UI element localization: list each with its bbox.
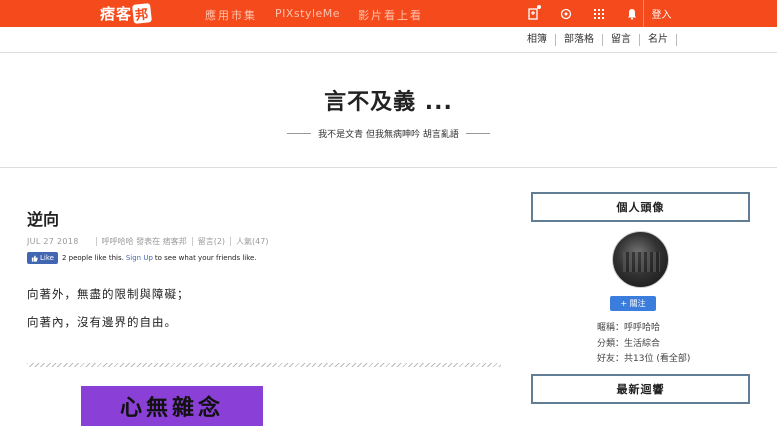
meta-separator <box>95 237 97 246</box>
blog-title[interactable]: 言不及義 ... <box>0 84 777 116</box>
post-date: JUL 27 2018 <box>27 237 79 246</box>
nav-app-market[interactable]: 應用市集 <box>205 7 257 23</box>
nav-pixstyleme[interactable]: PIXstyleMe <box>275 7 340 23</box>
avatar[interactable] <box>612 231 669 288</box>
top-icons <box>516 0 648 27</box>
facebook-like-count: 2 people like this. <box>61 254 124 262</box>
thumbs-up-icon <box>31 254 38 262</box>
subnav-album[interactable]: 相簿 <box>527 34 556 46</box>
blog-subtitle-row: 我不是文青 但我無病呻吟 胡言亂語 <box>287 127 490 140</box>
post-image: 心無雜念 <box>81 386 263 426</box>
post-meta: JUL 27 2018 呼呼哈哈 發表在 痞客邦 留言(2) 人氣(47) <box>27 236 268 247</box>
post-paragraph: 向著外，無盡的限制與障礙； <box>27 287 190 301</box>
post-divider <box>27 363 501 367</box>
post-title[interactable]: 逆向 <box>27 206 59 230</box>
profile-nickname: 暱稱：呼呼哈哈 <box>597 323 661 333</box>
logo-text: 痞客 <box>100 5 133 23</box>
subtitle-rule-right <box>465 133 490 134</box>
post-site[interactable]: 痞客邦 <box>163 236 187 247</box>
sub-nav: 相簿 部落格 留言 名片 <box>527 34 677 46</box>
top-nav: 應用市集 PIXstyleMe 影片看上看 <box>205 7 423 23</box>
subnav-profile-card[interactable]: 名片 <box>640 34 677 46</box>
facebook-like-label: Like <box>40 254 54 262</box>
facebook-like-button[interactable]: Like <box>27 252 58 264</box>
logo-box: 邦 <box>132 3 152 24</box>
post-image-text: 心無雜念 <box>119 396 224 421</box>
facebook-like-tail: to see what your friends like. <box>154 254 257 262</box>
bookmark-icon[interactable] <box>516 0 549 27</box>
post-paragraph: 向著內，沒有邊界的自由。 <box>27 315 177 329</box>
subnav-blog[interactable]: 部落格 <box>556 34 603 46</box>
post-author[interactable]: 呼呼哈哈 <box>102 236 134 247</box>
pixnet-logo[interactable]: 痞客邦 <box>100 3 152 24</box>
latest-comments-title: 最新迴響 <box>531 374 750 404</box>
login-button[interactable]: 登入 <box>643 0 679 27</box>
search-icon[interactable] <box>549 0 582 27</box>
meta-separator <box>230 237 232 246</box>
profile-category: 分類：生活綜合 <box>597 339 661 349</box>
blog-subtitle: 我不是文青 但我無病呻吟 胡言亂語 <box>318 130 459 140</box>
posted-in-label: 發表在 <box>136 237 161 246</box>
post-views: 人氣(47) <box>236 237 269 246</box>
profile-friends[interactable]: 好友：共13位 (看全部) <box>597 351 690 364</box>
facebook-like-widget: Like 2 people like this. Sign Up to see … <box>27 252 257 264</box>
nav-video[interactable]: 影片看上看 <box>358 7 423 23</box>
profile-box-title: 個人頭像 <box>531 192 750 222</box>
top-bar: 痞客邦 應用市集 PIXstyleMe 影片看上看 登入 <box>0 0 777 27</box>
facebook-signup-link[interactable]: Sign Up <box>126 254 153 262</box>
meta-separator <box>191 237 193 246</box>
grid-icon[interactable] <box>582 0 615 27</box>
subnav-guestbook[interactable]: 留言 <box>603 34 640 46</box>
divider <box>0 52 777 53</box>
subtitle-rule-left <box>287 133 311 134</box>
post-comments[interactable]: 留言(2) <box>198 236 225 247</box>
follow-button[interactable]: + 關注 <box>610 296 656 311</box>
notification-dot <box>537 5 541 9</box>
divider <box>0 167 777 168</box>
